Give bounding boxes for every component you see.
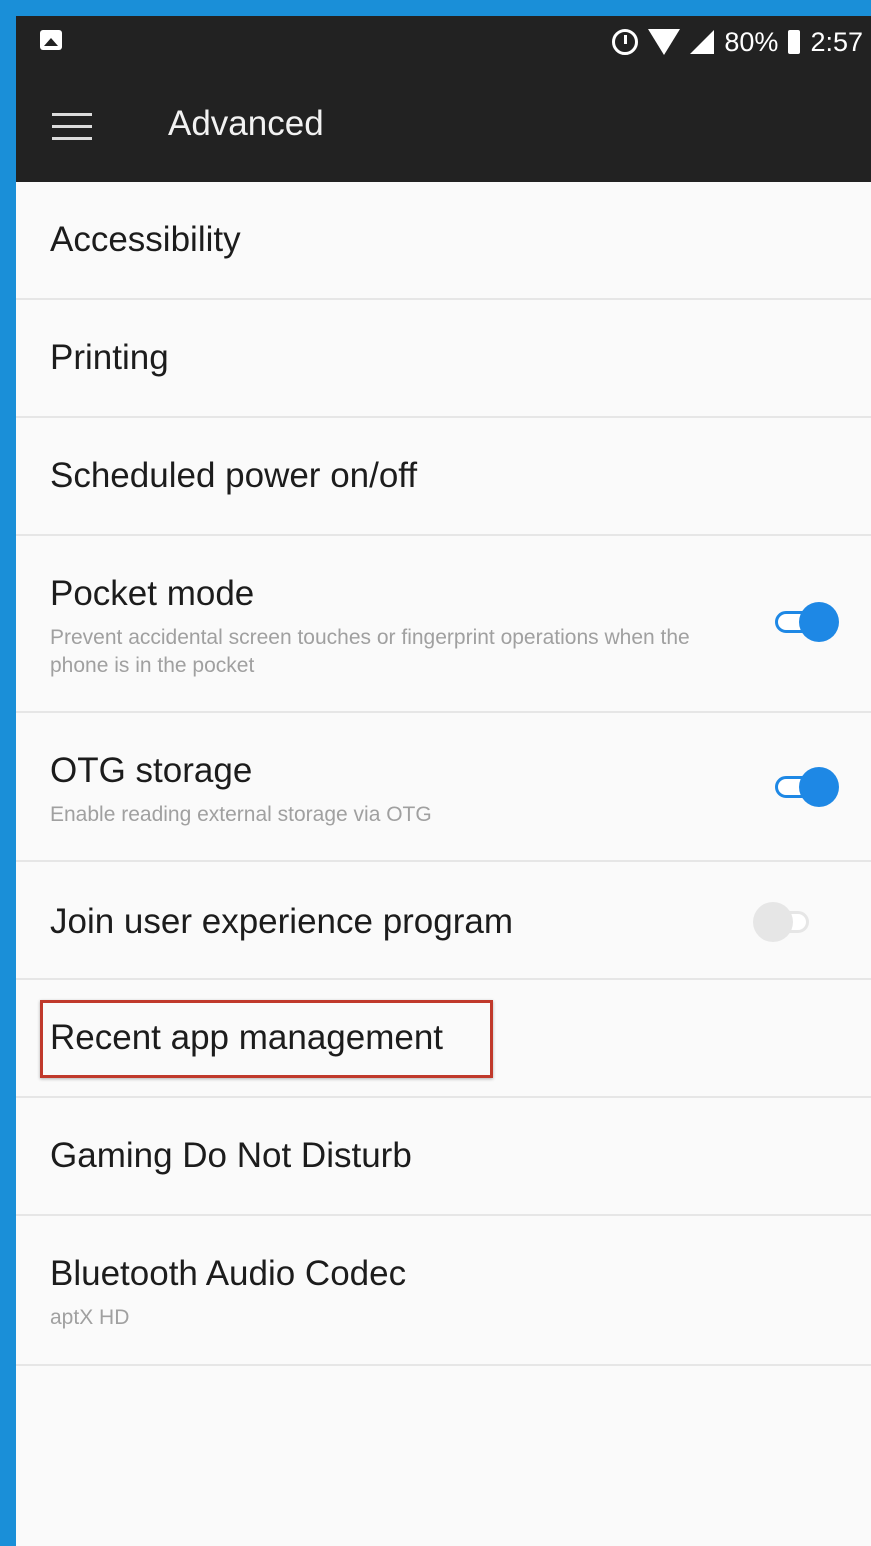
item-subtitle: Prevent accidental screen touches or fin… xyxy=(50,626,690,677)
list-item-recent-app-management[interactable]: Recent app management xyxy=(16,980,871,1098)
hamburger-menu-icon[interactable] xyxy=(52,113,92,141)
page-title: Advanced xyxy=(168,104,324,143)
item-title: Join user experience program xyxy=(50,902,514,941)
clock: 2:57 xyxy=(810,26,863,57)
signal-icon xyxy=(690,30,715,54)
wifi-icon xyxy=(648,29,681,55)
status-bar: 80% 2:57 xyxy=(16,16,871,68)
item-title: Accessibility xyxy=(50,220,241,259)
app-toolbar: Advanced xyxy=(16,68,871,182)
status-right: 80% 2:57 xyxy=(612,24,863,60)
list-item-user-experience[interactable]: Join user experience program xyxy=(16,862,871,980)
list-item-printing[interactable]: Printing xyxy=(16,300,871,418)
item-title: Recent app management xyxy=(50,1018,444,1057)
image-icon xyxy=(40,30,62,50)
pocket-mode-toggle[interactable] xyxy=(773,600,839,644)
list-item-scheduled-power[interactable]: Scheduled power on/off xyxy=(16,418,871,536)
item-title: Bluetooth Audio Codec xyxy=(50,1254,407,1293)
list-item-bluetooth-codec[interactable]: Bluetooth Audio Codec aptX HD xyxy=(16,1216,871,1366)
battery-percent: 80% xyxy=(724,26,779,57)
list-item-pocket-mode[interactable]: Pocket mode Prevent accidental screen to… xyxy=(16,536,871,713)
item-title: Printing xyxy=(50,338,169,377)
item-subtitle: aptX HD xyxy=(50,1306,130,1329)
item-title: Pocket mode xyxy=(50,574,255,613)
battery-icon xyxy=(788,30,801,54)
settings-list: Accessibility Printing Scheduled power o… xyxy=(16,182,871,1366)
alarm-icon xyxy=(612,29,639,55)
item-title: OTG storage xyxy=(50,751,253,790)
list-item-accessibility[interactable]: Accessibility xyxy=(16,182,871,300)
otg-storage-toggle[interactable] xyxy=(773,765,839,809)
phone-screen: 80% 2:57 Advanced Accessibility Printing… xyxy=(16,16,871,1546)
list-item-otg-storage[interactable]: OTG storage Enable reading external stor… xyxy=(16,713,871,862)
user-experience-toggle[interactable] xyxy=(753,900,823,944)
item-subtitle: Enable reading external storage via OTG xyxy=(50,803,432,826)
item-title: Gaming Do Not Disturb xyxy=(50,1136,412,1175)
list-item-gaming-dnd[interactable]: Gaming Do Not Disturb xyxy=(16,1098,871,1216)
item-title: Scheduled power on/off xyxy=(50,456,418,495)
